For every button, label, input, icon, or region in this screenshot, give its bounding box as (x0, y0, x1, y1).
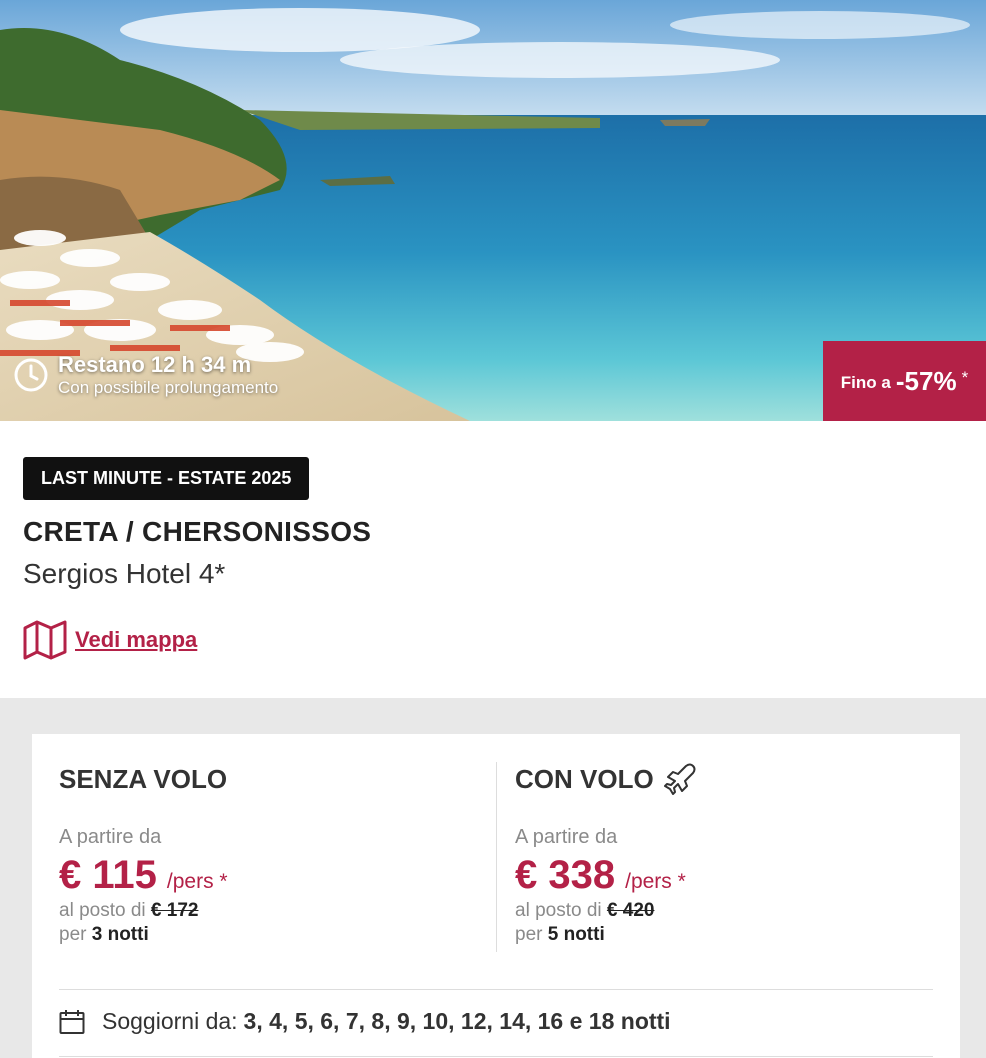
instead-label: al posto di (515, 900, 602, 921)
from-label: A partire da (515, 826, 618, 848)
price: € 338 (515, 853, 616, 897)
without-flight-title: SENZA VOLO (59, 763, 228, 794)
stays-values: 3, 4, 5, 6, 7, 8, 9, 10, 12, 14, 16 e 18… (243, 1008, 671, 1034)
nights-label: per (515, 924, 543, 945)
destination-title: CRETA / CHERSONISSOS (23, 516, 372, 547)
clock-icon (14, 358, 48, 392)
instead-label: al posto di (59, 900, 146, 921)
nights-line: per 3 notti (59, 924, 228, 946)
pricing-card: SENZA VOLO A partire da € 115 /pers * al… (32, 734, 960, 1058)
old-price: € 172 (150, 900, 199, 921)
nights-label: per (59, 924, 87, 945)
countdown-timer: Restano 12 h 34 m Con possibile prolunga… (14, 352, 278, 398)
without-flight-column[interactable]: SENZA VOLO A partire da € 115 /pers * al… (59, 762, 228, 946)
calendar-icon (59, 1009, 85, 1034)
offer-badge: LAST MINUTE - ESTATE 2025 (23, 457, 310, 500)
price: € 115 (59, 853, 157, 897)
stays-label: Soggiorni da: (102, 1008, 238, 1034)
with-flight-heading: CON VOLO (515, 762, 696, 796)
per-person-label: /pers * (625, 870, 686, 893)
nights-line: per 5 notti (515, 924, 696, 946)
per-person-label: /pers * (166, 870, 228, 893)
old-price-line: al posto di € 172 (59, 900, 228, 922)
section-divider (59, 989, 933, 990)
nights-value: 5 notti (547, 924, 605, 945)
plane-icon (663, 763, 696, 795)
discount-prefix: Fino a (840, 373, 891, 392)
column-divider (496, 762, 497, 952)
view-map-label[interactable]: Vedi mappa (75, 627, 197, 653)
map-icon (23, 620, 67, 660)
discount-asterisk: * (961, 368, 969, 387)
discount-value: -57% (895, 365, 957, 396)
from-label: A partire da (59, 826, 162, 848)
stay-durations: Soggiorni da: 3, 4, 5, 6, 7, 8, 9, 10, 1… (59, 1008, 671, 1035)
old-price: € 420 (606, 900, 655, 921)
with-flight-title: CON VOLO (515, 763, 654, 794)
section-divider (59, 1056, 933, 1057)
nights-value: 3 notti (91, 924, 149, 945)
discount-badge: Fino a -57% * (823, 341, 986, 421)
old-price-line: al posto di € 420 (515, 900, 696, 922)
timer-subtitle: Con possibile prolungamento (58, 378, 279, 397)
view-map-link[interactable]: Vedi mappa (23, 620, 197, 660)
hotel-name: Sergios Hotel 4* (23, 558, 226, 589)
timer-title: Restano 12 h 34 m (58, 352, 252, 377)
hero-image[interactable]: Restano 12 h 34 m Con possibile prolunga… (0, 0, 986, 421)
with-flight-column[interactable]: CON VOLO A partire da € 338 /pers * al p… (515, 762, 696, 946)
